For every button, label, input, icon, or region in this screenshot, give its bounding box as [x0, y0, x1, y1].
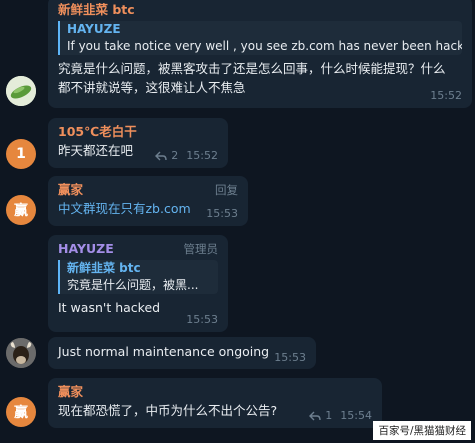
message-bubble[interactable]: 赢家 现在都恐慌了，中币为什么不出个公告? 1 15:54 [48, 378, 382, 428]
message-bubble[interactable]: HAYUZE 管理员 新鲜韭菜 btc 究竟是什么问题，被黑... It was… [48, 235, 228, 332]
sender-name[interactable]: 赢家 [58, 181, 238, 199]
replies-count[interactable]: 1 [325, 409, 332, 422]
message-time: 15:54 [340, 409, 372, 422]
cow-icon [6, 338, 36, 368]
replies-count[interactable]: 2 [171, 149, 178, 162]
chat-history: 新鲜韭菜 btc HAYUZE If you take notice very … [0, 0, 475, 443]
message-bubble[interactable]: Just normal maintenance ongoing 15:53 [48, 337, 316, 369]
reply-text: 究竟是什么问题，被黑... [67, 278, 199, 292]
message-text: 究竟是什么问题，被黑客攻击了还是怎么回事，什么时候能提现？什么都不讲就说等，这很… [58, 61, 446, 95]
message-bubble[interactable]: 赢家 回复 中文群现在只有zb.com 15:53 [48, 176, 248, 226]
message-meta: 15:53 [274, 351, 306, 364]
avatar[interactable]: 1 [6, 139, 36, 169]
watermark: 百家号/黑猫猫财经 [373, 421, 471, 440]
role-label: 管理员 [183, 242, 219, 256]
message-time: 15:52 [186, 149, 218, 162]
message-bubble[interactable]: 105℃老白干 昨天都还在吧 2 15:52 [48, 118, 228, 168]
avatar[interactable]: 赢 [6, 397, 36, 427]
message-bubble[interactable]: 新鲜韭菜 btc HAYUZE If you take notice very … [48, 0, 472, 108]
role-label: 回复 [215, 183, 238, 197]
message-text: Just normal maintenance ongoing [58, 344, 270, 359]
sender-name[interactable]: 105℃老白干 [58, 123, 218, 141]
reply-sender: 新鲜韭菜 btc [67, 261, 141, 275]
reply-preview[interactable]: HAYUZE If you take notice very well , yo… [58, 21, 462, 55]
sender-name[interactable]: 赢家 [58, 383, 372, 401]
message-meta: 15:53 [186, 313, 218, 326]
sender-name[interactable]: 新鲜韭菜 btc [58, 1, 462, 19]
message-meta: 1 15:54 [309, 409, 372, 422]
avatar[interactable] [6, 338, 36, 368]
message-meta: 15:52 [430, 89, 462, 102]
message-meta: 15:53 [206, 207, 238, 220]
message-time: 15:52 [430, 89, 462, 102]
avatar[interactable] [6, 76, 36, 106]
message-meta: 2 15:52 [155, 149, 218, 162]
reply-preview[interactable]: 新鲜韭菜 btc 究竟是什么问题，被黑... [58, 260, 218, 294]
message-time: 15:53 [206, 207, 238, 220]
reply-sender: HAYUZE [67, 22, 121, 36]
message-time: 15:53 [186, 313, 218, 326]
reply-text: If you take notice very well , you see z… [67, 39, 462, 53]
reply-arrow-icon [309, 411, 321, 420]
message-time: 15:53 [274, 351, 306, 364]
avatar[interactable]: 赢 [6, 195, 36, 225]
reply-arrow-icon [155, 151, 167, 160]
cucumber-icon [6, 76, 36, 106]
